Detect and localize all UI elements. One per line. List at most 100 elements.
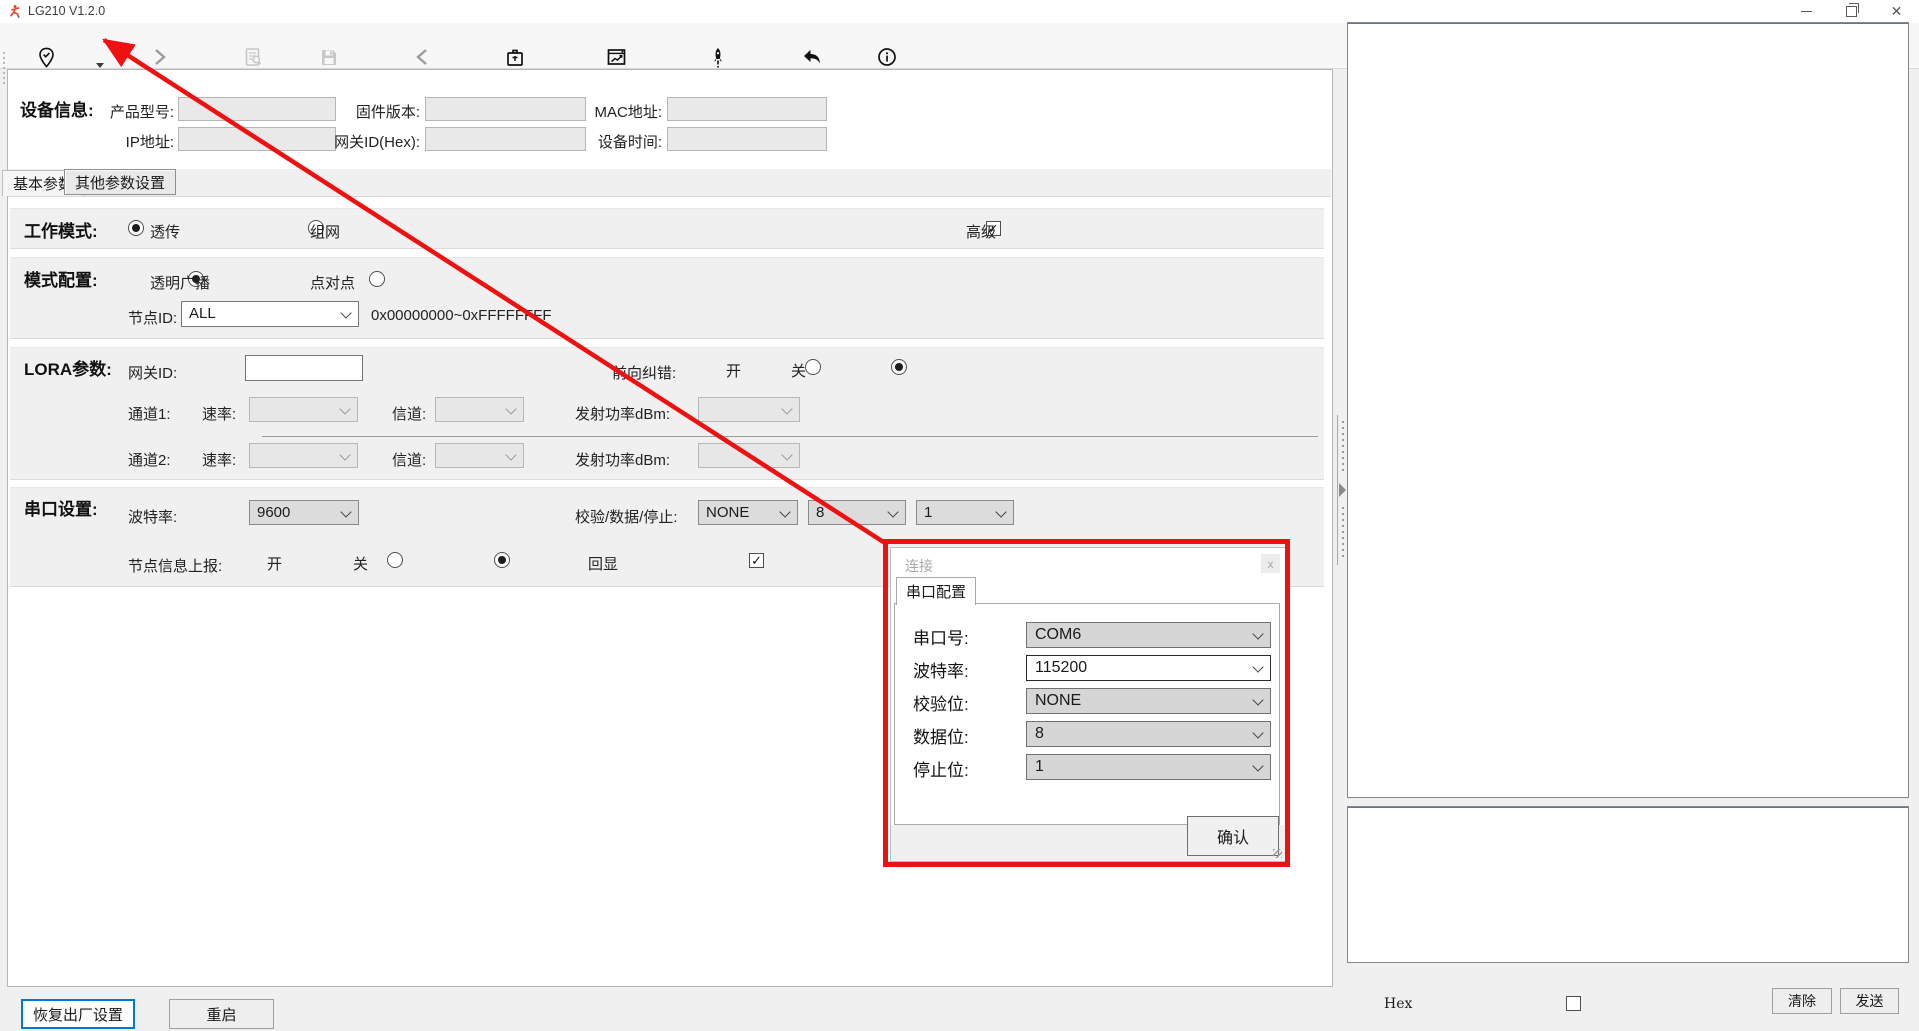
confirm-button[interactable]: 确认 — [1187, 816, 1279, 856]
save-floppy-icon — [319, 47, 339, 68]
toolbox-icon — [505, 47, 525, 68]
channel1-chan-select[interactable] — [435, 397, 524, 422]
channel1-rate-select[interactable] — [249, 397, 358, 422]
mode-p2p-label: 点对点 — [310, 272, 355, 293]
send-input-panel[interactable] — [1347, 806, 1909, 963]
close-button[interactable]: ✕ — [1874, 0, 1919, 23]
data-bits-select[interactable]: 8 — [808, 500, 906, 525]
node-id-label: 节点ID: — [128, 307, 177, 328]
node-report-off-radio[interactable] — [494, 552, 510, 568]
fec-off-radio[interactable] — [891, 359, 907, 375]
fec-off-label: 关 — [791, 360, 806, 381]
chevron-down-icon — [1252, 661, 1263, 672]
dialog-databits-label: 数据位: — [913, 723, 969, 748]
chevron-down-icon — [779, 506, 790, 517]
chevron-down-icon — [505, 449, 516, 460]
info-icon — [877, 47, 897, 67]
lora-params-label: LORA参数: — [24, 355, 112, 380]
channel2-chan-label: 信道: — [392, 449, 426, 470]
mode-config-label: 模式配置: — [24, 266, 98, 291]
dialog-title: 连接 — [905, 556, 933, 576]
resize-grip-icon[interactable] — [1273, 849, 1282, 858]
channel2-label: 通道2: — [128, 449, 171, 470]
stop-bits-select[interactable]: 1 — [916, 500, 1014, 525]
echo-checkbox[interactable] — [749, 553, 764, 568]
tab-strip — [8, 169, 1331, 197]
tab-other-params[interactable]: 其他参数设置 — [64, 169, 176, 195]
echo-label: 回显 — [588, 553, 618, 574]
connection-dialog: 连接 x 串口配置 串口号: COM6 波特率: 115200 校验位: NON… — [890, 547, 1286, 862]
read-params-doc-icon — [243, 47, 263, 68]
channel2-power-select[interactable] — [698, 443, 800, 468]
channel1-rate-label: 速率: — [202, 403, 236, 424]
com-port-select[interactable]: COM6 — [1026, 622, 1271, 648]
ip-address-field[interactable] — [178, 127, 336, 151]
node-report-label: 节点信息上报: — [128, 555, 222, 576]
splitter-dots — [1342, 507, 1344, 559]
device-info-section-label: 设备信息: — [20, 96, 94, 121]
channel-divider — [262, 436, 1318, 437]
channel2-chan-select[interactable] — [435, 443, 524, 468]
node-id-select[interactable]: ALL — [181, 301, 359, 327]
send-label: 发送 — [1856, 991, 1884, 1011]
dialog-baud-label: 波特率: — [913, 657, 969, 682]
mac-address-field[interactable] — [667, 97, 827, 121]
minimize-icon — [1801, 11, 1812, 12]
dialog-stopbits-select[interactable]: 1 — [1026, 754, 1271, 780]
dialog-parity-select[interactable]: NONE — [1026, 688, 1271, 714]
dialog-baud-select[interactable]: 115200 — [1026, 655, 1271, 681]
chevron-right-icon — [151, 47, 169, 67]
chevron-down-icon — [995, 506, 1006, 517]
advanced-label: 高级 — [966, 221, 996, 242]
fec-on-label: 开 — [726, 360, 741, 381]
channel2-power-label: 发射功率dBm: — [575, 449, 670, 470]
receive-display-panel — [1347, 22, 1909, 798]
work-mode-transparent-radio[interactable] — [128, 220, 144, 236]
restore-button[interactable] — [1829, 0, 1874, 23]
dialog-close-button[interactable]: x — [1261, 554, 1280, 573]
restart-label: 重启 — [206, 1004, 236, 1025]
parity-select[interactable]: NONE — [698, 500, 798, 525]
window-title: LG210 V1.2.0 — [28, 4, 105, 18]
work-mode-band — [10, 208, 1324, 249]
device-time-field[interactable] — [667, 127, 827, 151]
mode-p2p-radio[interactable] — [369, 271, 385, 287]
product-model-field[interactable] — [178, 97, 336, 121]
node-report-off-label: 关 — [353, 553, 368, 574]
dialog-databits-select[interactable]: 8 — [1026, 721, 1271, 747]
mac-address-label: MAC地址: — [586, 101, 662, 122]
chevron-down-icon — [1252, 760, 1263, 771]
firmware-version-field[interactable] — [425, 97, 586, 121]
channel1-chan-label: 信道: — [392, 403, 426, 424]
channel1-power-select[interactable] — [698, 397, 800, 422]
chevron-down-icon — [339, 449, 350, 460]
ip-address-label: IP地址: — [104, 131, 174, 152]
dialog-tab-serial-config[interactable]: 串口配置 — [896, 577, 976, 605]
serial-pin-check-icon — [36, 47, 57, 68]
rocket-icon — [709, 47, 727, 68]
chevron-down-icon — [1252, 694, 1263, 705]
toolbar-grip[interactable] — [3, 52, 5, 84]
restart-button[interactable]: 重启 — [169, 999, 274, 1029]
clear-label: 清除 — [1788, 991, 1816, 1011]
clear-button[interactable]: 清除 — [1772, 988, 1832, 1014]
title-bar: LG210 V1.2.0 ✕ — [0, 0, 1919, 24]
minimize-button[interactable] — [1784, 0, 1829, 23]
baud-rate-select[interactable]: 9600 — [249, 500, 359, 525]
tab-other-params-label: 其他参数设置 — [75, 172, 165, 193]
device-time-label: 设备时间: — [586, 131, 662, 152]
work-mode-label: 工作模式: — [24, 217, 98, 242]
lora-gateway-id-label: 网关ID: — [128, 362, 177, 383]
channel1-label: 通道1: — [128, 403, 171, 424]
channel2-rate-select[interactable] — [249, 443, 358, 468]
gateway-id-hex-label: 网关ID(Hex): — [328, 131, 420, 152]
lora-gateway-id-input[interactable] — [245, 355, 363, 381]
hex-checkbox[interactable] — [1566, 996, 1581, 1011]
factory-reset-button[interactable]: 恢复出厂设置 — [21, 999, 135, 1029]
node-id-range-hint: 0x00000000~0xFFFFFFFF — [371, 307, 551, 324]
parity-data-stop-label: 校验/数据/停止: — [575, 506, 678, 527]
gateway-id-hex-field[interactable] — [425, 127, 586, 151]
send-button[interactable]: 发送 — [1840, 988, 1899, 1014]
open-serial-dropdown-icon[interactable] — [96, 63, 104, 68]
chevron-down-icon — [781, 449, 792, 460]
